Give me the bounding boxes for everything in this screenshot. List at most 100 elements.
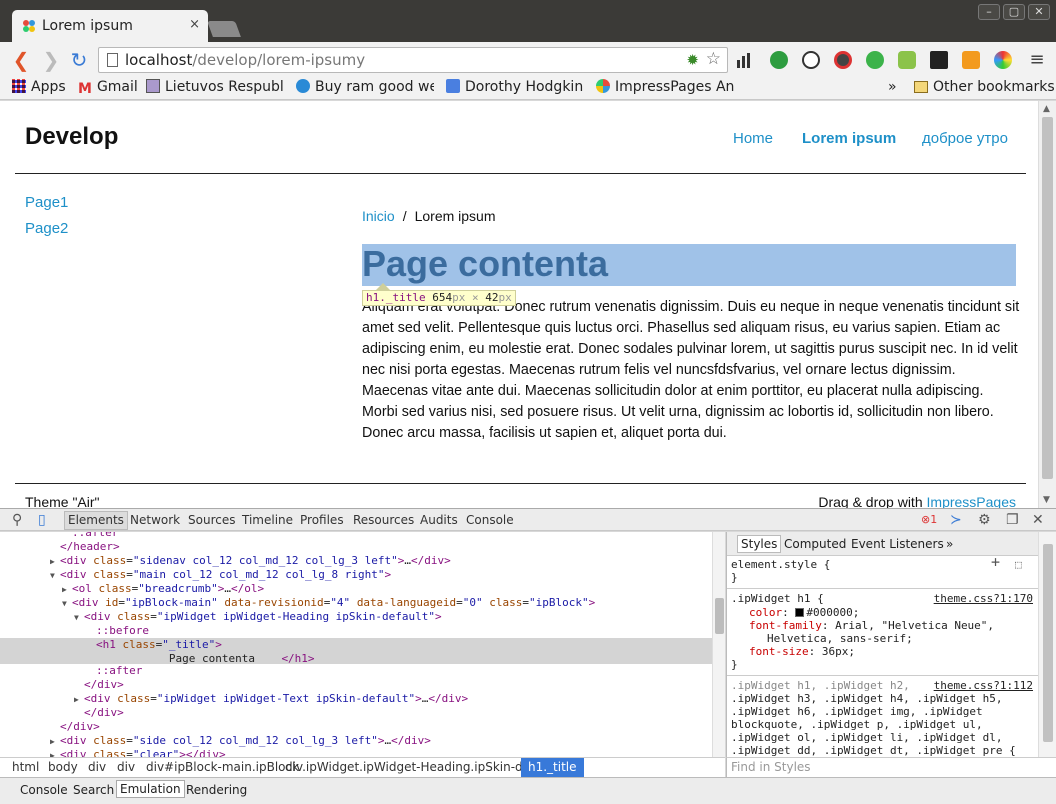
dom-node[interactable]: </div> bbox=[0, 706, 712, 720]
dom-node[interactable]: ::after bbox=[0, 532, 712, 540]
dom-node[interactable]: ▶ <div class="clear"></div> bbox=[0, 748, 712, 757]
elements-scrollbar[interactable] bbox=[712, 532, 725, 757]
reload-icon[interactable]: ↻ bbox=[68, 49, 90, 71]
dom-node[interactable]: </header> bbox=[0, 540, 712, 554]
address-bar[interactable]: localhost/develop/lorem-ipsumy ✹ ☆ bbox=[98, 47, 728, 73]
tab-console[interactable]: Console bbox=[466, 513, 514, 527]
tab-timeline[interactable]: Timeline bbox=[242, 513, 293, 527]
bookmark-gmail[interactable]: M Gmail bbox=[78, 79, 138, 95]
elements-dom-tree[interactable]: ::after </header> ▶ <div class="sidenav col… bbox=[0, 532, 712, 757]
tab-resources[interactable]: Resources bbox=[353, 513, 414, 527]
rule1-prop-color[interactable]: color: #000000; bbox=[749, 606, 1038, 619]
stats-extension-icon[interactable] bbox=[736, 51, 754, 69]
breadcrumb-home[interactable]: Inicio bbox=[362, 208, 395, 224]
impresspages-link[interactable]: ImpressPages bbox=[927, 494, 1016, 508]
page-scrollbar[interactable]: ▲ ▼ bbox=[1038, 101, 1056, 508]
styles-scrollbar[interactable] bbox=[1038, 532, 1056, 757]
rule1-prop-font-family[interactable]: font-family: Arial, "Helvetica Neue", bbox=[749, 619, 1038, 632]
color-swatch[interactable] bbox=[795, 608, 805, 617]
bookmark-buy-ram[interactable]: Buy ram good web bbox=[296, 79, 434, 95]
close-window-button[interactable]: ✕ bbox=[1028, 4, 1050, 20]
maximize-button[interactable]: ▢ bbox=[1003, 4, 1025, 20]
menu-icon[interactable]: ≡ bbox=[1026, 49, 1048, 71]
rule1-selector[interactable]: .ipWidget h1 {theme.css?1:170 bbox=[731, 592, 1037, 605]
bookmark-star-icon[interactable]: ☆ bbox=[706, 49, 721, 69]
toggle-state-icon[interactable]: ⬚ bbox=[1015, 558, 1031, 571]
add-rule-icon[interactable]: + bbox=[991, 555, 1011, 570]
error-badge[interactable]: ⊗1 bbox=[921, 513, 937, 526]
nav-home[interactable]: Home bbox=[733, 130, 773, 147]
elements-scrollbar-thumb[interactable] bbox=[715, 598, 724, 634]
new-tab-button[interactable] bbox=[207, 21, 241, 37]
dom-node[interactable]: ▶ <div class="ipWidget ipWidget-Text ipSk… bbox=[0, 692, 712, 706]
dom-crumb-h1-title[interactable]: h1._title bbox=[521, 758, 584, 777]
dom-node[interactable]: ▼ <div class="ipWidget ipWidget-Heading i… bbox=[0, 610, 712, 624]
dom-node[interactable]: </div> bbox=[0, 678, 712, 692]
tab-sources[interactable]: Sources bbox=[188, 513, 235, 527]
sidebar-item-page1[interactable]: Page1 bbox=[25, 194, 68, 211]
tab-event-listeners[interactable]: Event Listeners bbox=[851, 537, 944, 551]
colorpicker-extension-icon[interactable] bbox=[834, 51, 852, 69]
bookmark-dorothy[interactable]: Dorothy Hodgkin 1 bbox=[446, 79, 584, 95]
dom-node[interactable]: ▶ <ol class="breadcrumb">…</ol> bbox=[0, 582, 712, 596]
inspect-search-icon[interactable]: ⚲ bbox=[12, 512, 22, 528]
dom-node[interactable]: ▶ <div class="side col_12 col_md_12 col_l… bbox=[0, 734, 712, 748]
android-extension-icon[interactable] bbox=[898, 51, 916, 69]
tab-computed[interactable]: Computed bbox=[784, 537, 846, 551]
settings-gear-icon[interactable]: ⚙ bbox=[978, 512, 991, 528]
rule2-selector-line[interactable]: .ipWidget h1, .ipWidget h2, theme.css?1:1… bbox=[731, 679, 1037, 692]
dom-node-selected-h1[interactable]: <h1 class="_title"> Page contenta </h1> bbox=[0, 638, 712, 665]
clock-extension-icon[interactable] bbox=[802, 51, 820, 69]
browser-tab[interactable]: Lorem ipsum × bbox=[12, 10, 208, 42]
nav-dobroe-utro[interactable]: доброе утро bbox=[922, 130, 1008, 147]
styles-tabs-overflow[interactable]: » bbox=[946, 537, 953, 551]
dom-node[interactable]: ▼ <div id="ipBlock-main" data-revisionid=… bbox=[0, 596, 712, 610]
find-in-styles-input[interactable]: Find in Styles bbox=[726, 757, 1056, 777]
rule1-source-link[interactable]: theme.css?1:170 bbox=[934, 592, 1033, 605]
dom-node[interactable]: ▼ <div class="main col_12 col_md_12 col_l… bbox=[0, 568, 712, 582]
rule2-source-link[interactable]: theme.css?1:112 bbox=[934, 679, 1033, 692]
dom-node[interactable]: ::after bbox=[0, 664, 712, 678]
dom-crumb-div[interactable]: div bbox=[88, 760, 106, 774]
rss-extension-icon[interactable] bbox=[962, 51, 980, 69]
tab-network[interactable]: Network bbox=[130, 513, 180, 527]
minimize-button[interactable]: – bbox=[978, 4, 1000, 20]
dom-crumb-body[interactable]: body bbox=[48, 760, 78, 774]
tab-audits[interactable]: Audits bbox=[420, 513, 458, 527]
console-drawer-icon[interactable]: ≻ bbox=[950, 512, 962, 528]
other-bookmarks[interactable]: Other bookmarks bbox=[914, 79, 1055, 95]
tab-close-icon[interactable]: × bbox=[189, 17, 200, 32]
android-bug-extension-icon[interactable] bbox=[770, 51, 788, 69]
sidebar-item-page2[interactable]: Page2 bbox=[25, 220, 68, 237]
forward-arrow-icon[interactable]: ❯ bbox=[40, 49, 62, 71]
h-extension-icon[interactable] bbox=[930, 51, 948, 69]
device-mode-icon[interactable]: ▯ bbox=[38, 512, 46, 528]
dom-node[interactable]: ▶ <div class="sidenav col_12 col_md_12 co… bbox=[0, 554, 712, 568]
tab-profiles[interactable]: Profiles bbox=[300, 513, 344, 527]
back-arrow-icon[interactable]: ❮ bbox=[10, 49, 32, 71]
evernote-extension-icon[interactable] bbox=[866, 51, 884, 69]
drawer-tab-console[interactable]: Console bbox=[20, 783, 68, 797]
bookmark-lietuvos[interactable]: Lietuvos Respublik bbox=[146, 79, 284, 95]
dom-node[interactable]: </div> bbox=[0, 720, 712, 734]
rule1-prop-font-size[interactable]: font-size: 36px; bbox=[749, 645, 1038, 658]
nav-lorem-ipsum[interactable]: Lorem ipsum bbox=[802, 130, 896, 147]
scroll-up-icon[interactable]: ▲ bbox=[1043, 104, 1050, 114]
page-scrollbar-thumb[interactable] bbox=[1042, 117, 1053, 479]
color-wheel-extension-icon[interactable] bbox=[994, 51, 1012, 69]
dom-crumb-ipwidget-heading[interactable]: div.ipWidget.ipWidget-Heading.ipSkin-def… bbox=[285, 760, 557, 774]
styles-scrollbar-thumb[interactable] bbox=[1043, 544, 1053, 742]
scroll-down-icon[interactable]: ▼ bbox=[1043, 495, 1050, 505]
bookmark-impresspages[interactable]: ImpressPages Ansv bbox=[596, 79, 734, 95]
dom-crumb-div[interactable]: div bbox=[117, 760, 135, 774]
tab-styles[interactable]: Styles bbox=[737, 535, 782, 553]
tab-elements[interactable]: Elements bbox=[64, 511, 128, 530]
dock-side-icon[interactable]: ❐ bbox=[1006, 512, 1019, 528]
bookmarks-overflow-button[interactable]: » bbox=[888, 79, 897, 95]
drawer-tab-emulation[interactable]: Emulation bbox=[116, 780, 185, 798]
dom-node[interactable]: ::before bbox=[0, 624, 712, 638]
close-devtools-icon[interactable]: ✕ bbox=[1032, 512, 1044, 528]
bug-extension-icon[interactable]: ✹ bbox=[686, 51, 699, 69]
bookmark-apps[interactable]: Apps bbox=[12, 79, 66, 95]
drawer-tab-search[interactable]: Search bbox=[73, 783, 114, 797]
